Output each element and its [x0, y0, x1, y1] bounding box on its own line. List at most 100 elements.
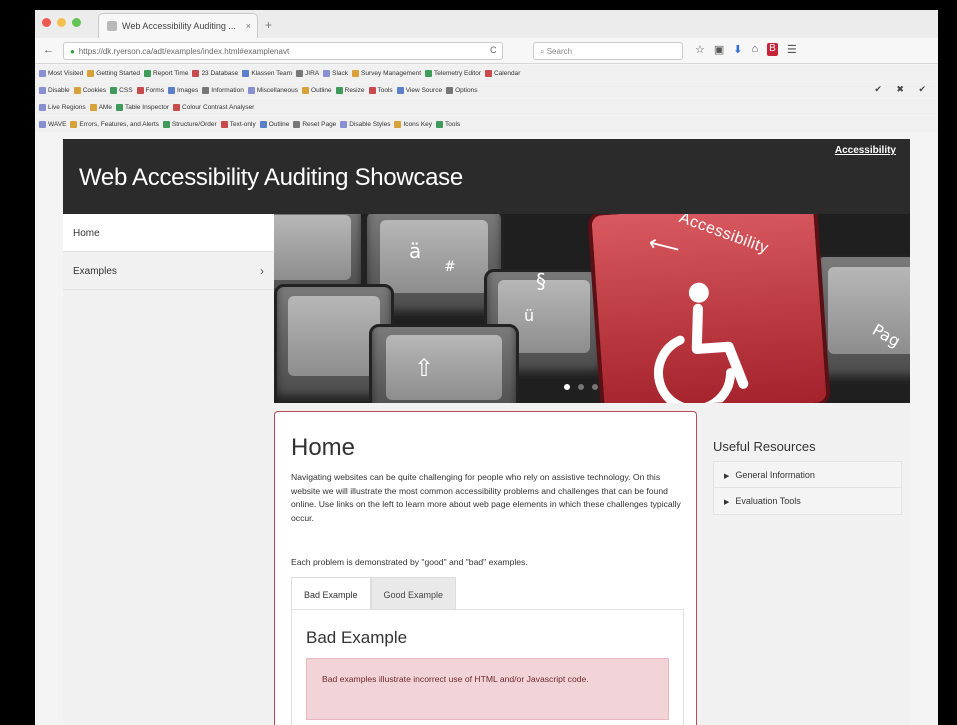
home-icon[interactable]: ⌂	[752, 43, 759, 56]
carousel-indicators	[564, 384, 598, 390]
bookmark-item[interactable]: Calendar	[484, 69, 520, 77]
dev-tool-item[interactable]: Tools	[368, 86, 393, 94]
tab-good-example[interactable]: Good Example	[370, 577, 457, 610]
sidebar-item-home[interactable]: Home	[63, 214, 274, 252]
bookmark-icon	[296, 69, 304, 77]
accessibility-link[interactable]: Accessibility	[835, 145, 896, 156]
wave-tool-item[interactable]: Outline	[259, 120, 289, 128]
dev-tool-item[interactable]: Forms	[136, 86, 164, 94]
carousel-dot-1[interactable]	[564, 384, 570, 390]
bookmark-icon	[396, 86, 404, 94]
dev-tool-item[interactable]: Outline	[302, 86, 332, 94]
aria-tool-label: Live Regions	[48, 103, 86, 111]
expand-arrow-icon: ▶	[724, 499, 730, 506]
carousel-dot-2[interactable]	[578, 384, 584, 390]
dev-tool-item[interactable]: Miscellaneous	[247, 86, 298, 94]
bookmark-item[interactable]: Report Time	[144, 69, 188, 77]
tab-close-icon[interactable]: ×	[246, 21, 251, 31]
page-favicon-icon	[107, 21, 117, 31]
dev-tool-item[interactable]: View Source	[396, 86, 442, 94]
bookmark-icon	[39, 86, 46, 94]
key-label: #	[444, 259, 456, 275]
dev-tool-item[interactable]: Images	[167, 86, 198, 94]
expand-arrow-icon: ▶	[724, 473, 730, 480]
wave-tool-item[interactable]: Text-only	[220, 120, 256, 128]
bookmark-icon	[259, 120, 267, 128]
browser-tab[interactable]: Web Accessibility Auditing ... ×	[98, 13, 258, 38]
bookmark-icon	[335, 86, 343, 94]
resources-sidebar: Useful Resources ▶ General Information ▶ E…	[705, 411, 910, 725]
bookmark-item[interactable]: JIRA	[296, 69, 319, 77]
minimize-window-button[interactable]	[57, 18, 66, 27]
wave-tool-item[interactable]: Tools	[436, 120, 460, 128]
search-placeholder: Search	[546, 47, 573, 56]
hero-carousel: ä # § ü ⇧ ⟵ Accessibility Pag	[274, 214, 910, 403]
toolbar-status-icons: ✔ ✖ ✔	[874, 84, 932, 94]
wave-tool-label: Disable Styles	[349, 120, 391, 128]
url-text: https://dk.ryerson.ca/adt/examples/index…	[78, 47, 290, 56]
bookmark-item[interactable]: Getting Started	[87, 69, 140, 77]
wave-tool-item[interactable]: Errors, Features, and Alerts	[70, 120, 159, 128]
wheelchair-icon	[654, 282, 749, 403]
sidebar-item-examples[interactable]: Examples ›	[63, 252, 274, 290]
resource-item-general-information[interactable]: ▶ General Information	[714, 462, 901, 488]
bookmark-item[interactable]: Telemetry Editor	[425, 69, 481, 77]
wave-tool-item[interactable]: WAVE	[39, 120, 66, 128]
tab-panel: Bad Example Bad examples illustrate inco…	[291, 609, 684, 725]
bookmark-icon	[446, 86, 454, 94]
carousel-dot-3[interactable]	[592, 384, 598, 390]
bookmark-icon	[242, 69, 250, 77]
examples-note: Each problem is demonstrated by "good" a…	[291, 557, 528, 567]
bookmark-item[interactable]: Most Visited	[39, 69, 84, 77]
reload-button[interactable]: C	[490, 45, 497, 55]
bookmark-label: Most Visited	[48, 69, 84, 77]
bad-example-alert: Bad examples illustrate incorrect use of…	[306, 658, 669, 720]
maximize-window-button[interactable]	[72, 18, 81, 27]
wave-tool-item[interactable]: Disable Styles	[340, 120, 391, 128]
aria-tool-item[interactable]: Live Regions	[39, 103, 86, 111]
bookmark-icon	[436, 120, 444, 128]
bookmark-icon	[484, 69, 492, 77]
dev-tool-item[interactable]: Resize	[335, 86, 365, 94]
bookmark-label: Slack	[332, 69, 349, 77]
download-icon[interactable]: ⬇	[733, 43, 742, 56]
aria-tool-item[interactable]: Colour Contrast Analyser	[173, 103, 254, 111]
extension-icon[interactable]: B	[767, 43, 778, 56]
dev-tool-item[interactable]: Cookies	[73, 86, 106, 94]
bookmark-item[interactable]: Slack	[323, 69, 349, 77]
dev-tool-item[interactable]: CSS	[110, 86, 133, 94]
dev-tool-item[interactable]: Disable	[39, 86, 70, 94]
bookmark-icon	[293, 120, 301, 128]
tab-bad-example[interactable]: Bad Example	[291, 577, 371, 610]
bookmark-icon	[352, 69, 360, 77]
close-window-button[interactable]	[42, 18, 51, 27]
resource-item-evaluation-tools[interactable]: ▶ Evaluation Tools	[714, 488, 901, 514]
wave-tool-label: Reset Page	[302, 120, 337, 128]
bookmark-star-icon[interactable]: ☆	[695, 43, 705, 56]
bookmark-item[interactable]: Klassen Team	[242, 69, 292, 77]
search-input[interactable]: ⌕ Search	[533, 42, 683, 60]
bookmark-label: Survey Management	[361, 69, 422, 77]
screen-frame: Web Accessibility Auditing ... × + ← ● ht…	[0, 0, 957, 725]
new-tab-button[interactable]: +	[265, 18, 272, 32]
wave-tool-item[interactable]: Structure/Order	[162, 120, 217, 128]
dev-tool-item[interactable]: Information	[202, 86, 244, 94]
aria-toolbar: Live Regions AMe Table Inspector Colour Con…	[35, 99, 938, 115]
bookmark-item[interactable]: 23 Database	[192, 69, 238, 77]
menu-icon[interactable]: ☰	[787, 43, 797, 56]
reading-list-icon[interactable]: ▣	[714, 43, 724, 56]
back-button[interactable]: ←	[43, 44, 54, 56]
panel-heading: Bad Example	[306, 628, 408, 647]
bookmark-item[interactable]: Survey Management	[352, 69, 422, 77]
wave-tool-item[interactable]: Reset Page	[293, 120, 337, 128]
bookmark-icon	[89, 103, 97, 111]
wave-tool-item[interactable]: Icons Key	[394, 120, 432, 128]
bookmark-icon	[202, 86, 210, 94]
aria-tool-item[interactable]: Table Inspector	[115, 103, 169, 111]
intro-paragraph: Navigating websites can be quite challen…	[291, 472, 681, 523]
aria-tool-item[interactable]: AMe	[89, 103, 112, 111]
url-bar[interactable]: ● https://dk.ryerson.ca/adt/examples/inde…	[63, 42, 503, 60]
bookmark-icon	[302, 86, 310, 94]
dev-tool-item[interactable]: Options	[446, 86, 477, 94]
tab-title: Web Accessibility Auditing ...	[122, 21, 236, 31]
